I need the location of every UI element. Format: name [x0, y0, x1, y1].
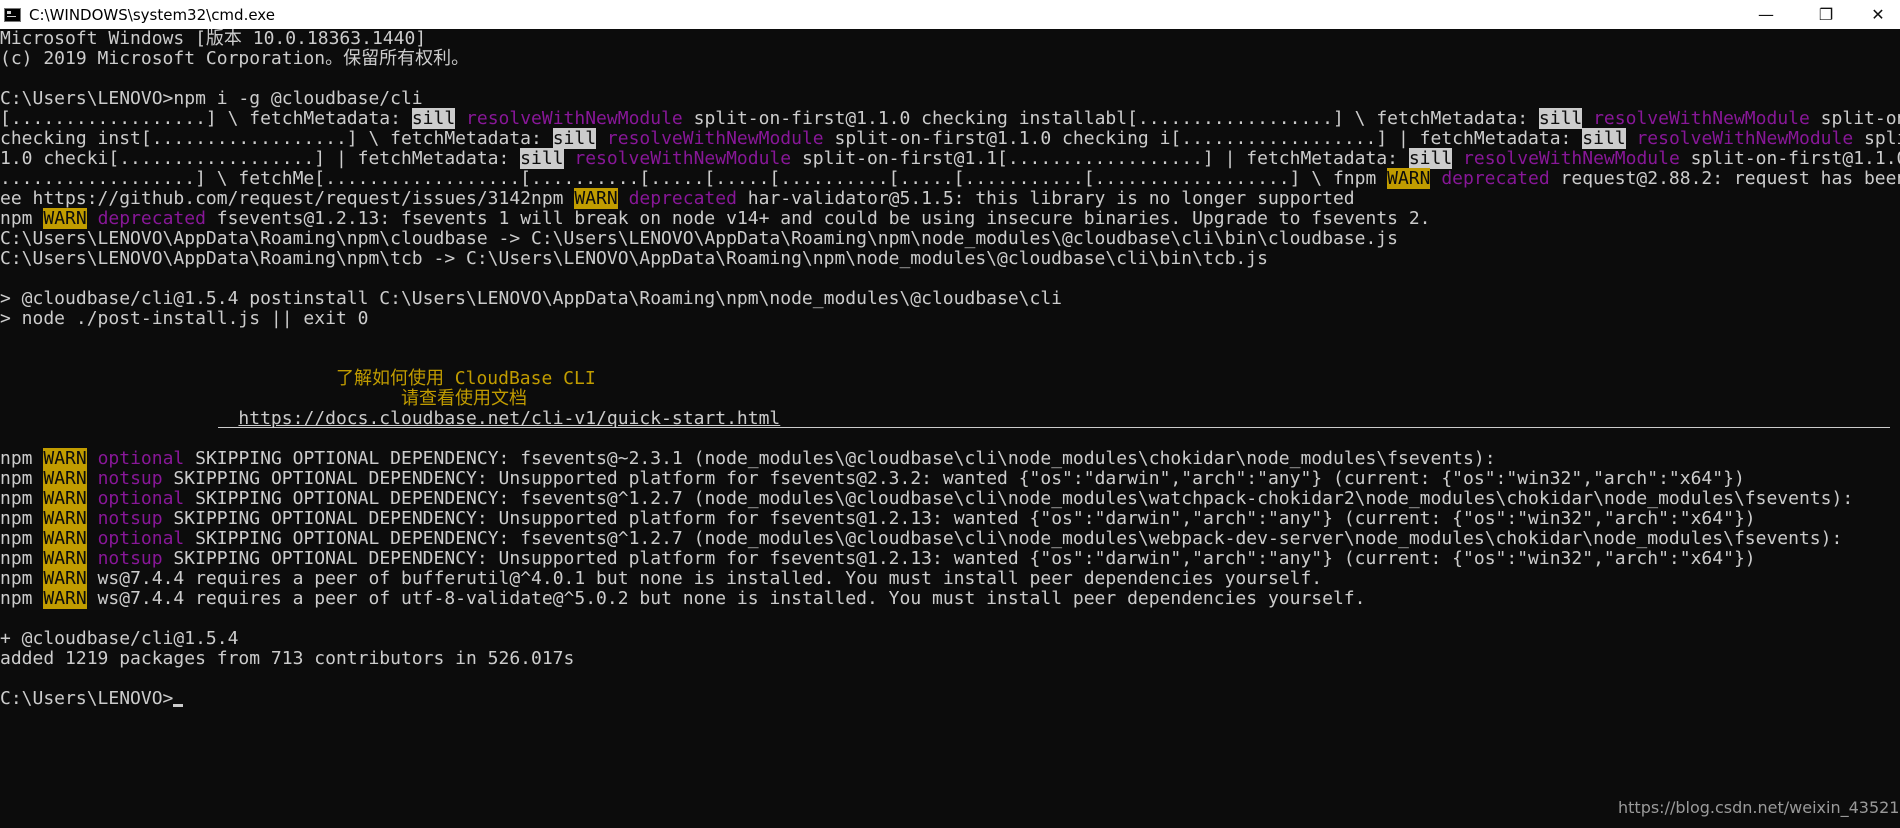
watermark-text: https://blog.csdn.net/weixin_43521165 [1618, 798, 1900, 817]
minimize-button[interactable]: — [1743, 0, 1789, 29]
cloudbase-banner-title: 了解如何使用 CloudBase CLI [0, 368, 596, 389]
console-line: ..................] \ fetchMe[..........… [0, 168, 1900, 189]
console-line: (c) 2019 Microsoft Corporation。保留所有权利。 [0, 48, 470, 69]
docs-link[interactable]: https://docs.cloudbase.net/cli-v1/quick-… [238, 408, 780, 429]
text-cursor [173, 704, 184, 707]
console-line: npm WARN notsup SKIPPING OPTIONAL DEPEND… [0, 508, 1756, 529]
console-output[interactable]: Microsoft Windows [版本 10.0.18363.1440] (… [0, 29, 1900, 828]
console-line: C:\Users\LENOVO\AppData\Roaming\npm\clou… [0, 228, 1398, 249]
console-line: npm WARN notsup SKIPPING OPTIONAL DEPEND… [0, 548, 1756, 569]
console-line: added 1219 packages from 713 contributor… [0, 648, 575, 669]
cloudbase-banner-subtitle: 请查看使用文档 [0, 388, 527, 409]
close-button[interactable]: ✕ [1855, 0, 1900, 29]
console-line: > node ./post-install.js || exit 0 [0, 308, 369, 329]
console-line: npm WARN optional SKIPPING OPTIONAL DEPE… [0, 448, 1496, 469]
console-line: checking inst[..................] \ fetc… [0, 128, 1900, 149]
prompt-text: C:\Users\LENOVO> [0, 688, 174, 709]
console-line: ee https://github.com/request/request/is… [0, 188, 1355, 209]
window-title: C:\WINDOWS\system32\cmd.exe [29, 5, 275, 24]
console-line: C:\Users\LENOVO>npm i -g @cloudbase/cli [0, 88, 423, 109]
console-line: C:\Users\LENOVO\AppData\Roaming\npm\tcb … [0, 248, 1268, 269]
console-line: Microsoft Windows [版本 10.0.18363.1440] [0, 29, 427, 49]
console-line: https://docs.cloudbase.net/cli-v1/quick-… [0, 409, 780, 429]
console-line: [..................] \ fetchMetadata: si… [0, 108, 1900, 129]
console-line: npm WARN notsup SKIPPING OPTIONAL DEPEND… [0, 468, 1745, 489]
cmd-app-icon [4, 7, 21, 22]
console-line: npm WARN ws@7.4.4 requires a peer of buf… [0, 568, 1323, 589]
console-line: + @cloudbase/cli@1.5.4 [0, 628, 239, 649]
console-line: npm WARN optional SKIPPING OPTIONAL DEPE… [0, 528, 1843, 549]
console-line: npm WARN deprecated fsevents@1.2.13: fse… [0, 208, 1431, 229]
banner-divider [218, 427, 1890, 428]
title-bar: C:\WINDOWS\system32\cmd.exe — ❐ ✕ [0, 0, 1900, 29]
console-line: > @cloudbase/cli@1.5.4 postinstall C:\Us… [0, 288, 1063, 309]
prompt-line[interactable]: C:\Users\LENOVO> [0, 688, 184, 709]
maximize-button[interactable]: ❐ [1803, 0, 1849, 29]
console-line: npm WARN ws@7.4.4 requires a peer of utf… [0, 588, 1366, 609]
console-line: npm WARN optional SKIPPING OPTIONAL DEPE… [0, 488, 1854, 509]
console-line: 1.0 checki[..................] | fetchMe… [0, 148, 1900, 169]
